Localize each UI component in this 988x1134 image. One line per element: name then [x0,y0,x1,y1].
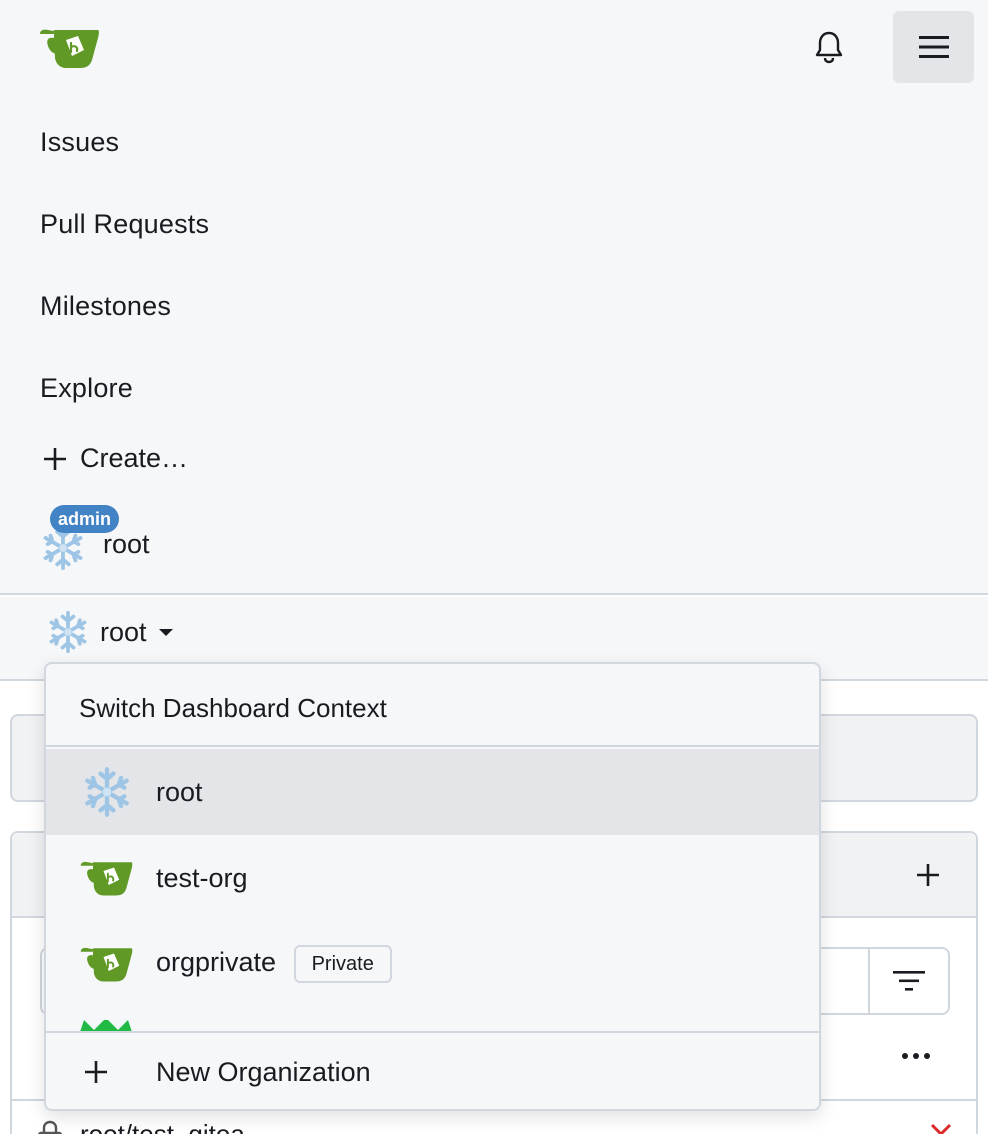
hamburger-icon [918,36,949,58]
menu-item-root[interactable]: root [46,749,819,835]
create-label: Create… [80,443,189,473]
nav-pull-requests-link[interactable]: Pull Requests [40,209,209,240]
status-failed-x-icon [930,1123,952,1134]
new-organization-button[interactable]: New Organization [46,1031,819,1109]
menu-item-label: orgprivate Private [156,945,392,983]
org-name: orgprivate [156,947,277,978]
lock-icon [37,1120,63,1134]
nav-milestones-link[interactable]: Milestones [40,291,171,322]
context-switcher-button[interactable]: root [46,610,173,654]
switch-context-dropdown: Switch Dashboard Context root test-org o… [44,662,821,1111]
gitea-logo-icon [79,940,135,988]
top-navigation: Issues Pull Requests Milestones Explore … [0,0,988,595]
repo-name: root/test_gitea [80,1119,245,1134]
nav-explore-link[interactable]: Explore [40,373,133,404]
menu-header: Switch Dashboard Context [46,664,819,747]
private-badge: Private [293,945,392,983]
add-repo-plus-icon[interactable] [910,857,946,893]
new-organization-label: New Organization [156,1057,371,1087]
snowflake-avatar-icon [79,768,135,816]
filter-button[interactable] [868,949,948,1013]
gitea-logo-icon[interactable] [38,26,102,70]
menu-item-orgprivate[interactable]: orgprivate Private [46,921,819,1007]
user-menu-button[interactable]: admin root [40,505,240,575]
notifications-bell-icon[interactable] [808,26,850,68]
filter-icon [893,971,925,991]
context-current-label: root [100,616,147,647]
create-menu-button[interactable]: Create… [40,443,188,474]
plus-icon [40,444,70,474]
menu-item-test-org[interactable]: test-org [46,835,819,921]
menu-item-label: root [156,776,203,807]
more-options-icon[interactable] [896,1041,936,1071]
caret-down-icon [158,628,173,636]
menu-toggle-button[interactable] [893,11,974,83]
repo-list-item[interactable]: root/test_gitea [36,1119,245,1134]
menu-item-label: test-org [156,862,248,893]
user-name: root [103,529,150,559]
nav-issues-link[interactable]: Issues [40,127,119,158]
gitea-logo-icon [79,854,135,902]
plus-icon [80,1056,112,1088]
context-avatar [46,610,90,654]
